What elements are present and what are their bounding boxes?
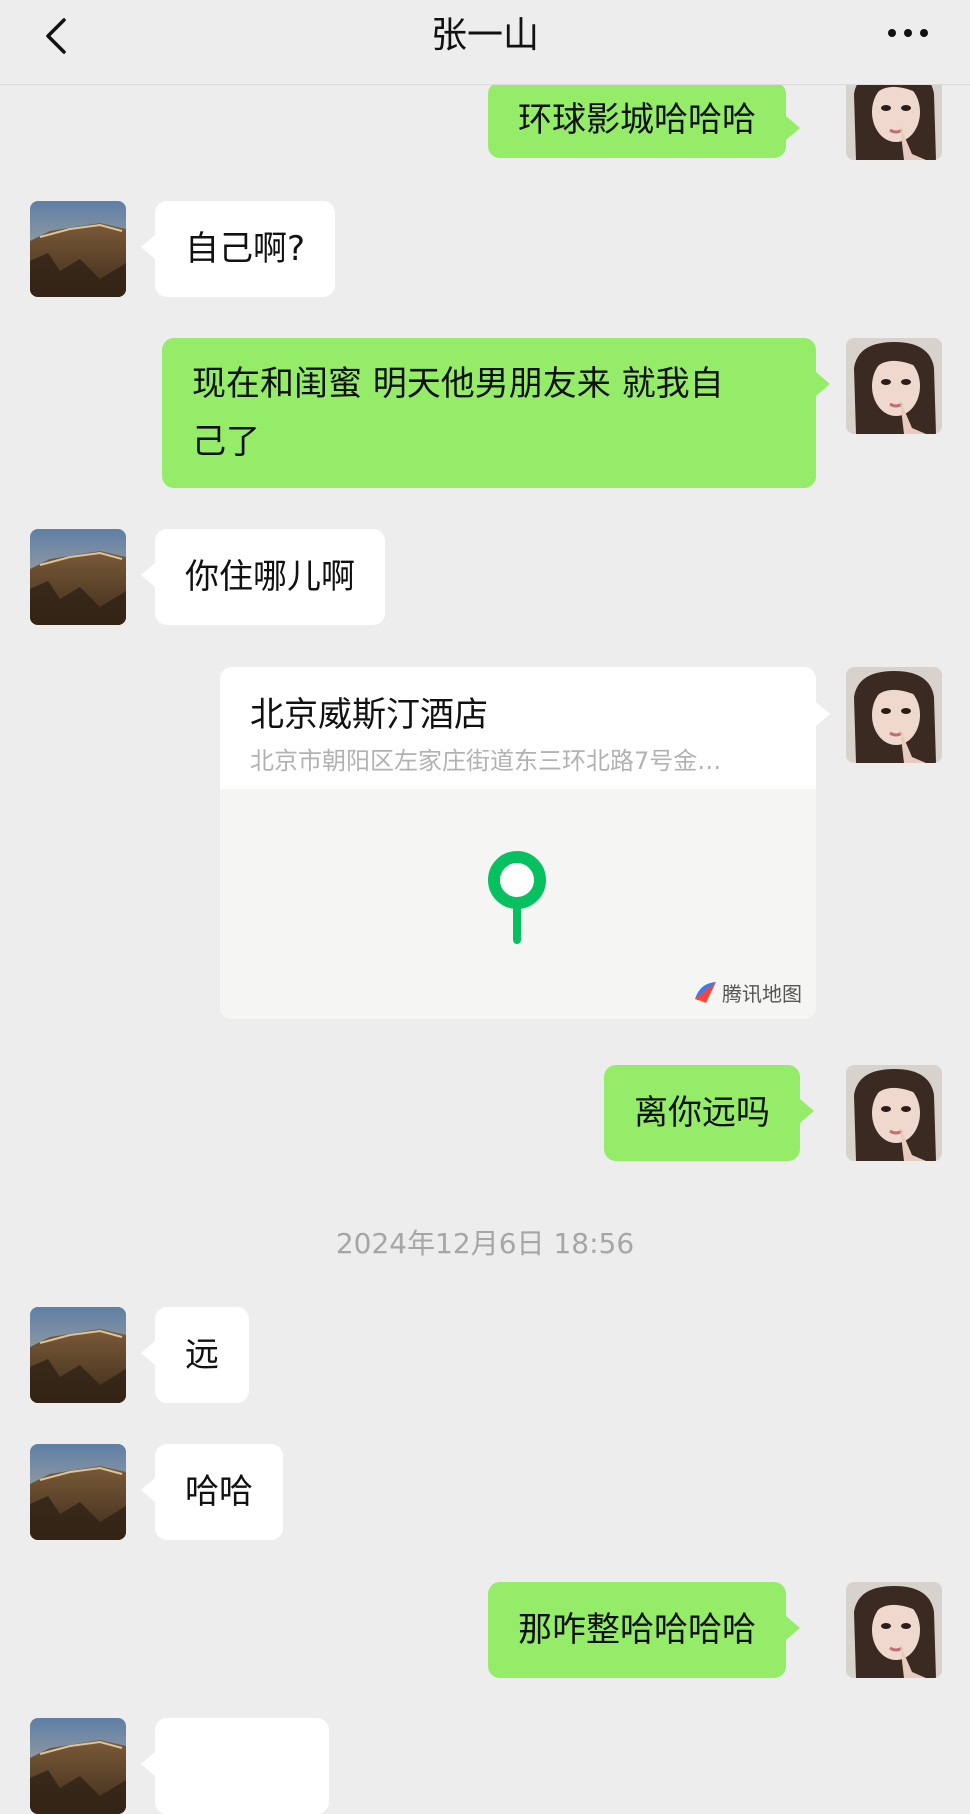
map-brand: 腾讯地图 [692,975,802,1009]
great-wall-avatar-icon [30,1307,126,1403]
portrait-avatar-icon [846,667,942,763]
tencent-map-logo-icon [695,982,716,1003]
message-text: 环球影城哈哈哈 [518,100,756,140]
more-horizontal-icon[interactable] [886,22,930,44]
portrait-avatar-icon [846,1065,942,1161]
contact-avatar[interactable] [30,1307,126,1403]
received-message-bubble[interactable]: 你住哪儿啊 [141,529,385,625]
great-wall-avatar-icon [30,1718,126,1814]
message-text: 自己啊? [185,229,306,269]
location-name: 北京威斯汀酒店 [250,695,488,735]
chat-header: 张一山 [0,0,970,85]
portrait-avatar-icon [846,1582,942,1678]
message-text: 哈哈 [185,1472,253,1512]
received-message-bubble[interactable]: 远 [141,1307,249,1403]
message-text-line: 现在和闺蜜 明天他男朋友来 就我自 [192,364,724,404]
great-wall-avatar-icon [30,201,126,297]
great-wall-avatar-icon [30,529,126,625]
great-wall-avatar-icon [30,1444,126,1540]
my-avatar[interactable] [846,1582,942,1678]
received-message-bubble[interactable]: 哈哈 [141,1444,283,1540]
sent-message-bubble[interactable]: 那咋整哈哈哈哈 [488,1582,800,1678]
contact-avatar[interactable] [30,201,126,297]
message-text: 离你远吗 [634,1093,770,1133]
contact-avatar[interactable] [30,1444,126,1540]
location-address: 北京市朝阳区左家庄街道东三环北路7号金… [250,747,722,775]
location-card-tail [816,702,830,726]
location-map[interactable]: 腾讯地图 [220,789,816,1019]
message-text: 远 [185,1335,219,1375]
sent-message-bubble[interactable]: 环球影城哈哈哈 [488,82,800,158]
message-text: 你住哪儿啊 [185,557,355,597]
my-avatar[interactable] [846,338,942,434]
my-avatar[interactable] [846,1065,942,1161]
chat-title: 张一山 [430,15,539,56]
my-avatar[interactable] [846,667,942,763]
contact-avatar[interactable] [30,529,126,625]
contact-avatar[interactable] [30,1718,126,1814]
map-pin-icon [488,851,546,944]
chat-timestamp: 2024年12月6日 18:56 [335,1227,635,1260]
message-text-line: 己了 [192,422,260,462]
received-message-bubble[interactable]: 自己啊? [140,201,336,297]
received-message-bubble[interactable] [141,1718,329,1814]
portrait-avatar-icon [846,338,942,434]
sent-message-bubble[interactable]: 现在和闺蜜 明天他男朋友来 就我自 己了 [162,338,830,488]
sent-message-bubble[interactable]: 离你远吗 [604,1065,814,1161]
message-text: 那咋整哈哈哈哈 [518,1610,756,1650]
map-brand-label: 腾讯地图 [722,981,802,1006]
location-card[interactable]: 北京威斯汀酒店 北京市朝阳区左家庄街道东三环北路7号金… 腾讯地图 [220,667,816,1019]
